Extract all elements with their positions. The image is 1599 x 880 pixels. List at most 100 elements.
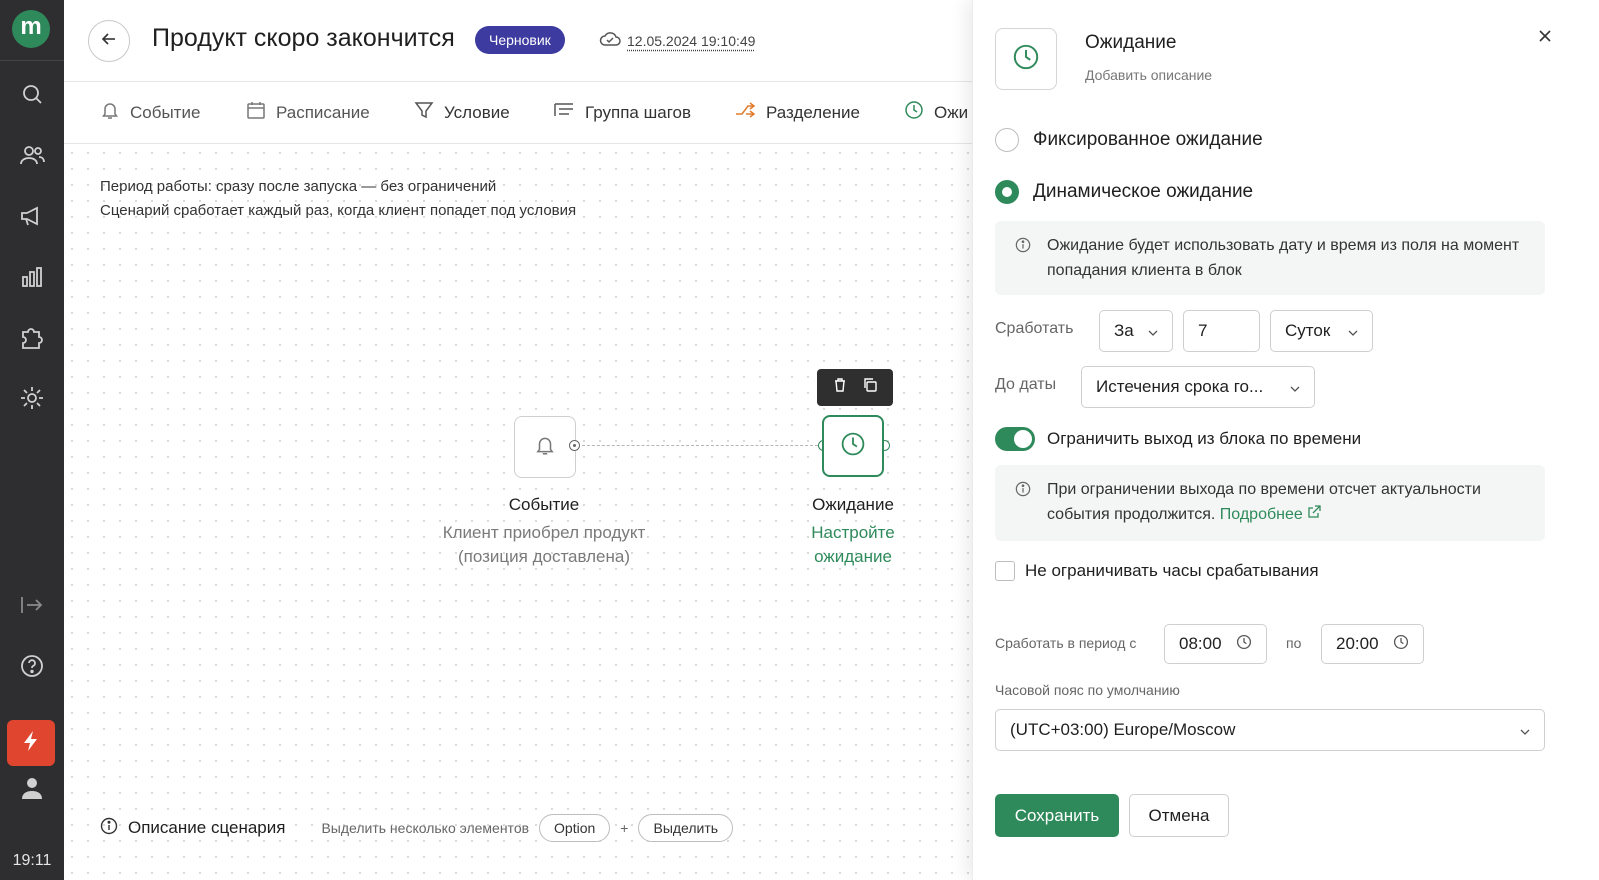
- collapse-icon[interactable]: [17, 590, 47, 620]
- users-icon[interactable]: [17, 140, 47, 170]
- clock-time: 19:11: [12, 852, 52, 869]
- learn-more-link[interactable]: Подробнее: [1219, 505, 1321, 523]
- period-from-value: 08:00: [1179, 634, 1222, 653]
- tool-event[interactable]: Событие: [100, 100, 200, 125]
- tool-condition[interactable]: Условие: [414, 100, 510, 125]
- chevron-down-icon: [1520, 720, 1530, 740]
- checkbox-control[interactable]: [995, 561, 1015, 581]
- wait-node-subtitle[interactable]: Настройте ожидание: [733, 521, 973, 569]
- search-icon[interactable]: [17, 79, 47, 109]
- event-subtitle-line-2: (позиция доставлена): [457, 547, 631, 566]
- scenario-canvas[interactable]: Период работы: сразу после запуска — без…: [64, 145, 994, 880]
- app-logo[interactable]: m: [12, 10, 50, 48]
- period-from-input[interactable]: 08:00: [1164, 624, 1267, 664]
- flash-icon: [22, 730, 40, 757]
- chevron-down-icon: [1348, 321, 1358, 341]
- tool-schedule[interactable]: Расписание: [246, 100, 370, 125]
- flash-button[interactable]: [7, 720, 55, 766]
- copy-icon[interactable]: [862, 377, 878, 398]
- connector-line: [582, 445, 818, 446]
- radio-fixed-label: Фиксированное ожидание: [1033, 129, 1263, 150]
- timezone-value: (UTC+03:00) Europe/Moscow: [1010, 720, 1236, 739]
- radio-dynamic-label: Динамическое ожидание: [1033, 181, 1254, 202]
- limit-info-box: При ограничении выхода по времени отсчет…: [995, 465, 1545, 541]
- clock-icon: [1236, 634, 1252, 655]
- until-date-label: До даты: [995, 376, 1057, 393]
- info-icon: [1015, 480, 1031, 505]
- analytics-icon[interactable]: [17, 262, 47, 292]
- group-icon: [553, 100, 575, 125]
- select-key: Выделить: [638, 814, 734, 842]
- clock-icon: [840, 431, 866, 462]
- user-icon[interactable]: [17, 773, 47, 803]
- wait-node[interactable]: [822, 415, 884, 477]
- puzzle-icon[interactable]: [17, 322, 47, 352]
- period-to-input[interactable]: 20:00: [1321, 624, 1424, 664]
- chevron-down-icon: [1148, 321, 1158, 341]
- trigger-label: Сработать: [995, 320, 1074, 337]
- event-node-title: Событие: [508, 495, 580, 514]
- add-description-link[interactable]: Добавить описание: [1085, 67, 1212, 83]
- trigger-when-value: За: [1114, 321, 1134, 340]
- timezone-select[interactable]: (UTC+03:00) Europe/Moscow: [995, 709, 1545, 751]
- arrow-left-icon: [101, 31, 117, 52]
- tool-step-group[interactable]: Группа шагов: [553, 100, 691, 125]
- event-subtitle-line-1: Клиент приобрел продукт: [442, 523, 646, 542]
- close-button[interactable]: [1533, 26, 1557, 50]
- radio-dynamic-control[interactable]: [995, 180, 1019, 204]
- radio-fixed-control[interactable]: [995, 128, 1019, 152]
- canvas-footer: Описание сценария Выделить несколько эле…: [100, 814, 734, 842]
- dynamic-info-box: Ожидание будет использовать дату и время…: [995, 221, 1545, 295]
- bell-icon: [534, 434, 556, 461]
- tool-condition-label: Условие: [444, 102, 510, 122]
- tool-schedule-label: Расписание: [276, 102, 370, 122]
- period-info: Период работы: сразу после запуска — без…: [100, 175, 576, 223]
- trash-icon[interactable]: [832, 377, 848, 398]
- event-node[interactable]: [514, 416, 576, 478]
- wait-settings-panel: Ожидание Добавить описание Фиксированное…: [972, 0, 1599, 880]
- help-icon[interactable]: [17, 651, 47, 681]
- trigger-when-select[interactable]: За: [1099, 310, 1173, 352]
- period-to-label: по: [1286, 635, 1302, 651]
- tool-wait[interactable]: Ожи: [904, 100, 968, 125]
- scenario-description-link[interactable]: Описание сценария: [128, 818, 285, 838]
- radio-fixed-wait[interactable]: Фиксированное ожидание: [995, 128, 1263, 152]
- period-line-1: Период работы: сразу после запуска — без…: [100, 178, 497, 195]
- unlimited-hours-checkbox[interactable]: Не ограничивать часы срабатывания: [995, 561, 1319, 581]
- wait-node-title: Ожидание: [812, 495, 894, 514]
- until-date-select[interactable]: Истечения срока го...: [1081, 366, 1315, 408]
- radio-dynamic-wait[interactable]: Динамическое ожидание: [995, 180, 1253, 204]
- cloud-check-icon: [599, 30, 621, 51]
- tool-event-label: Событие: [130, 102, 201, 122]
- save-button[interactable]: Сохранить: [995, 794, 1119, 837]
- rail-divider: [0, 60, 64, 61]
- megaphone-icon[interactable]: [17, 201, 47, 231]
- tool-wait-label: Ожи: [934, 102, 969, 122]
- limit-exit-toggle[interactable]: [995, 427, 1035, 451]
- learn-more-label: Подробнее: [1219, 506, 1303, 523]
- clock-icon: [1393, 634, 1409, 655]
- close-icon: [1538, 29, 1552, 48]
- event-node-subtitle: Клиент приобрел продукт (позиция доставл…: [424, 521, 664, 569]
- trigger-amount-value: 7: [1198, 321, 1208, 340]
- trigger-amount-input[interactable]: 7: [1183, 310, 1260, 352]
- panel-title[interactable]: Ожидание: [1085, 32, 1176, 54]
- trigger-unit-select[interactable]: Суток: [1270, 310, 1373, 352]
- tool-split[interactable]: Разделение: [734, 100, 860, 125]
- saved-status[interactable]: 12.05.2024 19:10:49: [599, 30, 755, 51]
- left-rail: m 19:11: [0, 0, 64, 880]
- bell-icon: [100, 100, 120, 125]
- tool-split-label: Разделение: [766, 102, 860, 122]
- page-title: Продукт скоро закончится: [152, 24, 455, 52]
- clock-icon: [904, 100, 924, 125]
- cancel-button[interactable]: Отмена: [1129, 794, 1229, 837]
- trigger-unit-value: Суток: [1285, 321, 1331, 340]
- tool-step-group-label: Группа шагов: [585, 102, 692, 122]
- node-actions: [817, 369, 893, 406]
- back-button[interactable]: [88, 20, 130, 62]
- multi-select-hint: Выделить несколько элементов: [321, 820, 530, 836]
- timezone-label: Часовой пояс по умолчанию: [995, 682, 1180, 698]
- calendar-icon: [246, 100, 266, 125]
- event-output-port[interactable]: [569, 440, 580, 451]
- gear-icon[interactable]: [17, 383, 47, 413]
